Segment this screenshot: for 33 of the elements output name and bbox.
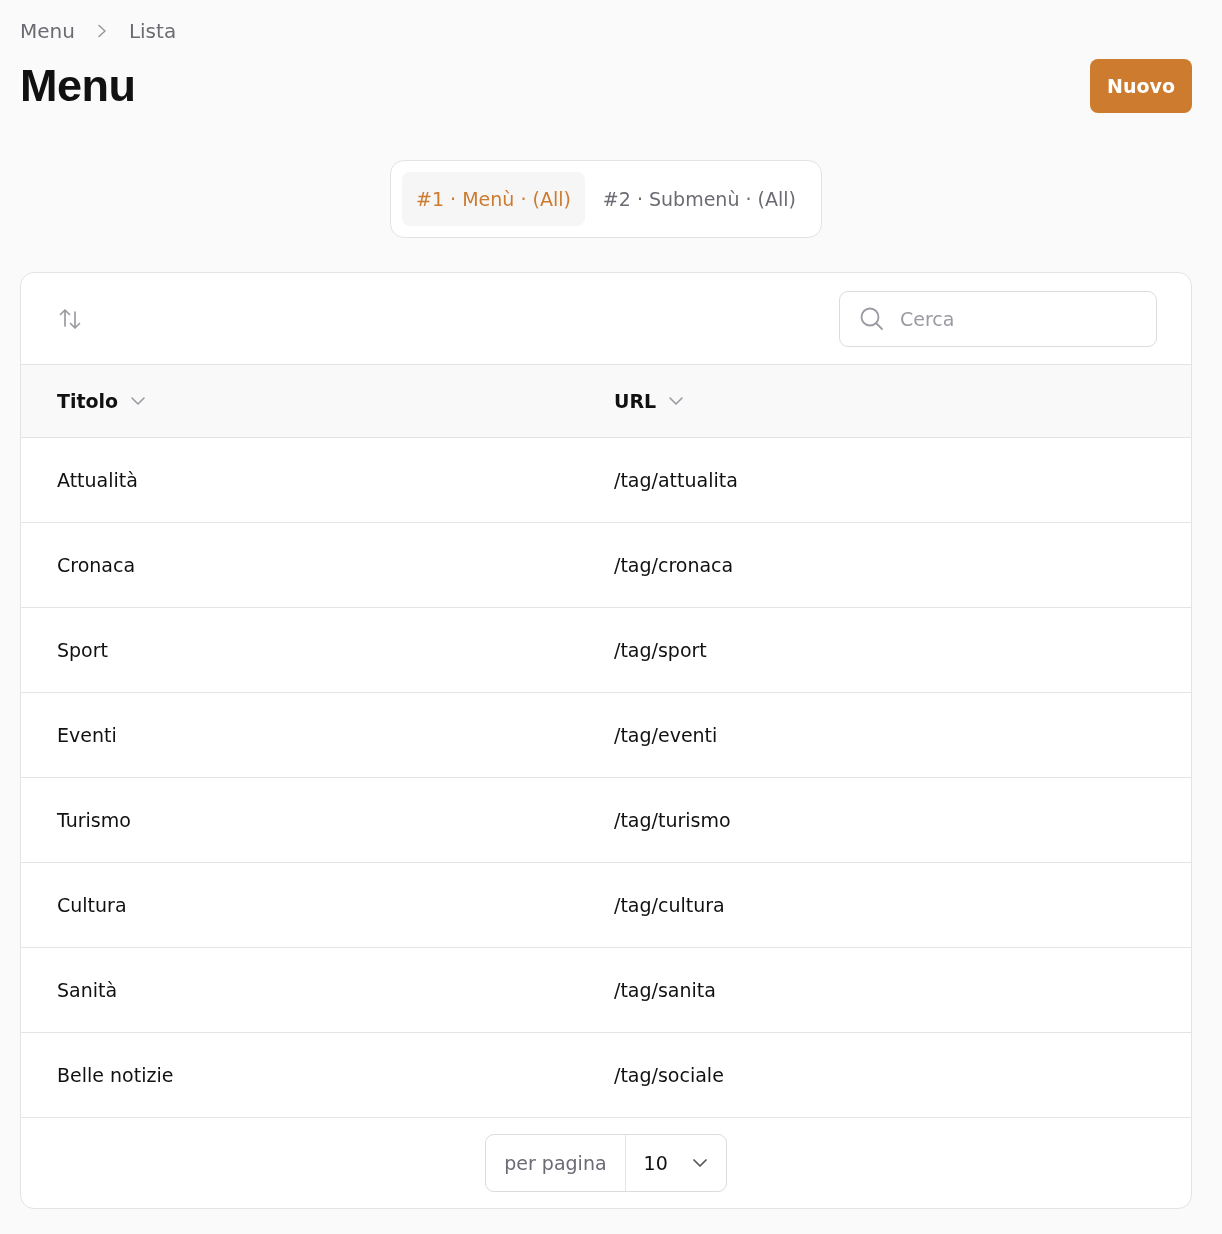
page-title: Menu [20,60,136,112]
tab[interactable]: #1 · Menù · (All) [402,172,585,226]
table-cell: /tag/turismo [614,809,731,831]
table-cell: Cronaca [57,554,136,576]
column-header[interactable]: Titolo [57,390,119,412]
chevron-right-icon [96,24,107,38]
chevron-down-icon [691,1158,708,1168]
chevron-down-icon[interactable] [668,396,685,406]
table-cell: Sport [57,639,108,661]
column-header[interactable]: URL [614,390,657,412]
new-button[interactable]: Nuovo [1090,59,1192,113]
table-cell: Eventi [57,724,117,746]
tab[interactable]: #2 · Submenù · (All) [588,172,810,226]
table-cell: /tag/eventi [614,724,718,746]
table-cell: /tag/cronaca [614,554,734,576]
table-cell: Cultura [57,894,127,916]
table-cell: /tag/sport [614,639,707,661]
table-cell: Attualità [57,469,138,491]
chevron-down-icon[interactable] [130,396,147,406]
table-cell: Sanità [57,979,118,1001]
table-cell: Belle notizie [57,1064,174,1086]
table-cell: /tag/cultura [614,894,725,916]
table-cell: /tag/attualita [614,469,738,491]
table-cell: Turismo [57,809,131,831]
per-page-selector[interactable]: per pagina 10 [485,1134,727,1192]
search-icon [859,305,885,332]
per-page-value: 10 [643,1152,668,1174]
per-page-label: per pagina [486,1135,626,1191]
search-field[interactable]: Cerca [839,290,1157,347]
breadcrumb-link[interactable]: Lista [128,19,177,43]
table-cell: /tag/sanita [614,979,716,1001]
table-cell: /tag/sociale [614,1064,724,1086]
breadcrumb-link[interactable]: Menu [20,19,75,43]
